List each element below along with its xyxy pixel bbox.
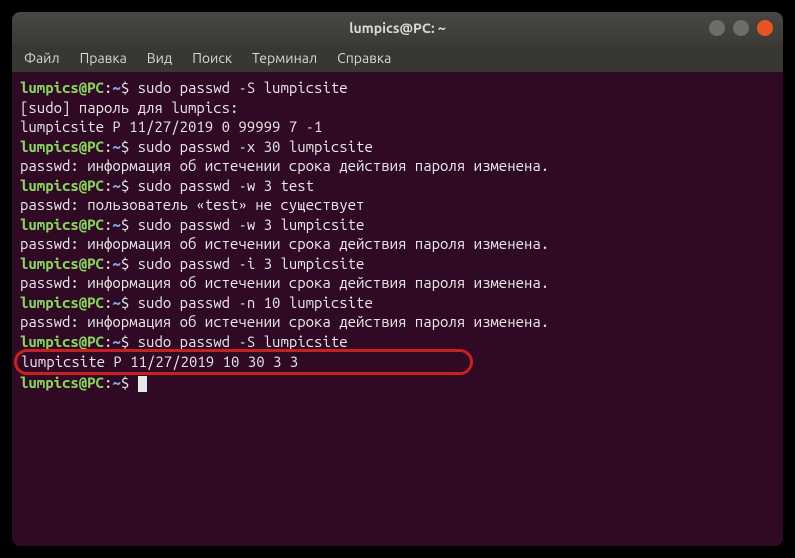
prompt-sigil: $ <box>121 374 138 391</box>
command-text: sudo passwd -w 3 test <box>138 177 314 194</box>
terminal-line: lumpics@PC:~$ sudo passwd -i 3 lumpicsit… <box>20 254 775 274</box>
output-text: passwd: информация об истечении срока де… <box>20 157 549 174</box>
output-text: lumpicsite P 11/27/2019 0 99999 7 -1 <box>20 118 322 135</box>
output-text: lumpicsite P 11/27/2019 10 30 3 3 <box>21 353 466 370</box>
prompt-path: ~ <box>112 138 120 155</box>
terminal-line: lumpics@PC:~$ <box>20 373 775 393</box>
prompt-user: lumpics@PC <box>20 177 104 194</box>
titlebar: lumpics@PC: ~ <box>12 12 783 44</box>
output-text: passwd: информация об истечении срока де… <box>20 235 549 252</box>
highlighted-output: lumpicsite P 11/27/2019 10 30 3 3 <box>14 349 473 375</box>
output-text: passwd: информация об истечении срока де… <box>20 274 549 291</box>
terminal-line: lumpicsite P 11/27/2019 10 30 3 3 <box>20 351 775 373</box>
terminal-line: passwd: информация об истечении срока де… <box>20 156 775 176</box>
output-text: passwd: пользователь «test» не существуе… <box>20 196 364 213</box>
terminal-line: lumpics@PC:~$ sudo passwd -w 3 test <box>20 176 775 196</box>
menubar: Файл Правка Вид Поиск Терминал Справка <box>12 44 783 72</box>
prompt-path: ~ <box>112 333 120 350</box>
prompt-user: lumpics@PC <box>20 255 104 272</box>
terminal-line: passwd: пользователь «test» не существуе… <box>20 195 775 215</box>
command-text: sudo passwd -w 3 lumpicsite <box>138 216 365 233</box>
prompt-sigil: $ <box>121 333 138 350</box>
maximize-button[interactable] <box>733 20 749 36</box>
prompt-user: lumpics@PC <box>20 79 104 96</box>
menu-edit[interactable]: Правка <box>80 50 127 66</box>
prompt-sigil: $ <box>121 255 138 272</box>
window-title: lumpics@PC: ~ <box>12 20 783 36</box>
output-text: [sudo] пароль для lumpics: <box>20 99 238 116</box>
menu-file[interactable]: Файл <box>24 50 60 66</box>
terminal-line: lumpics@PC:~$ sudo passwd -x 30 lumpicsi… <box>20 137 775 157</box>
prompt-user: lumpics@PC <box>20 294 104 311</box>
terminal-line: passwd: информация об истечении срока де… <box>20 273 775 293</box>
terminal-line: passwd: информация об истечении срока де… <box>20 234 775 254</box>
prompt-sigil: $ <box>121 294 138 311</box>
terminal-line: lumpics@PC:~$ sudo passwd -w 3 lumpicsit… <box>20 215 775 235</box>
cursor <box>138 376 147 392</box>
prompt-sigil: $ <box>121 79 138 96</box>
prompt-path: ~ <box>112 294 120 311</box>
terminal-window: lumpics@PC: ~ Файл Правка Вид Поиск Терм… <box>12 12 783 546</box>
terminal-line: lumpics@PC:~$ sudo passwd -S lumpicsite <box>20 78 775 98</box>
terminal-line: passwd: информация об истечении срока де… <box>20 312 775 332</box>
prompt-user: lumpics@PC <box>20 216 104 233</box>
window-controls <box>709 20 773 36</box>
terminal-line: [sudo] пароль для lumpics: <box>20 98 775 118</box>
terminal-line: lumpicsite P 11/27/2019 0 99999 7 -1 <box>20 117 775 137</box>
command-text: sudo passwd -S lumpicsite <box>138 79 348 96</box>
prompt-path: ~ <box>112 374 120 391</box>
prompt-user: lumpics@PC <box>20 374 104 391</box>
close-button[interactable] <box>757 20 773 36</box>
prompt-path: ~ <box>112 255 120 272</box>
prompt-path: ~ <box>112 177 120 194</box>
command-text: sudo passwd -i 3 lumpicsite <box>138 255 365 272</box>
prompt-path: ~ <box>112 79 120 96</box>
command-text: sudo passwd -S lumpicsite <box>138 333 348 350</box>
terminal-body[interactable]: lumpics@PC:~$ sudo passwd -S lumpicsite[… <box>12 72 783 546</box>
terminal-line: lumpics@PC:~$ sudo passwd -n 10 lumpicsi… <box>20 293 775 313</box>
prompt-sigil: $ <box>121 138 138 155</box>
prompt-user: lumpics@PC <box>20 138 104 155</box>
menu-help[interactable]: Справка <box>337 50 391 66</box>
prompt-sigil: $ <box>121 177 138 194</box>
prompt-path: ~ <box>112 216 120 233</box>
menu-view[interactable]: Вид <box>147 50 172 66</box>
menu-terminal[interactable]: Терминал <box>252 50 317 66</box>
menu-search[interactable]: Поиск <box>192 50 232 66</box>
output-text: passwd: информация об истечении срока де… <box>20 313 549 330</box>
minimize-button[interactable] <box>709 20 725 36</box>
command-text: sudo passwd -x 30 lumpicsite <box>138 138 373 155</box>
prompt-user: lumpics@PC <box>20 333 104 350</box>
prompt-sigil: $ <box>121 216 138 233</box>
command-text: sudo passwd -n 10 lumpicsite <box>138 294 373 311</box>
